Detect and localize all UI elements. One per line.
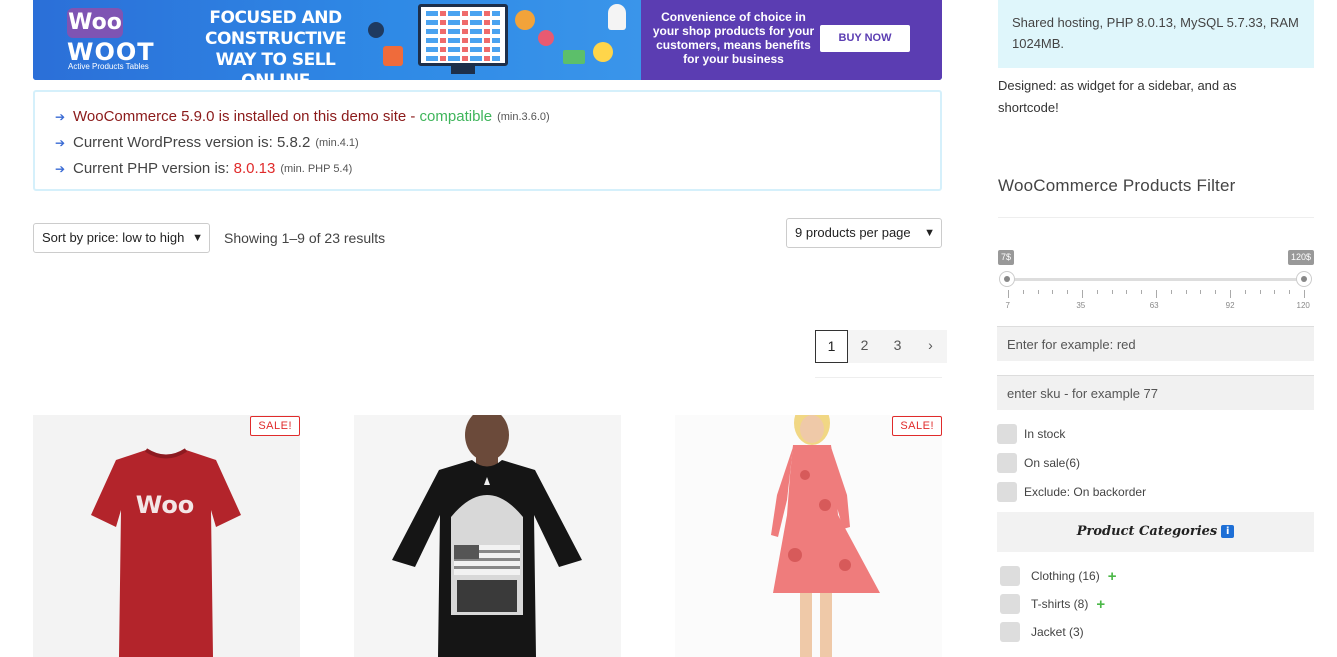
- checkbox[interactable]: [997, 482, 1017, 502]
- divider: [815, 377, 942, 378]
- price-min-tag: 7$: [998, 250, 1015, 265]
- woocommerce-version-line: ➔ WooCommerce 5.9.0 is installed on this…: [55, 104, 920, 130]
- monitor-stand: [451, 66, 475, 74]
- banner-left-panel: Woo WOOT Active Products Tables FOCUSED …: [33, 0, 641, 80]
- slider-tick-label: 92: [1225, 301, 1235, 310]
- decor-icon: [515, 10, 535, 30]
- per-page-select[interactable]: 9 products per page ▼: [786, 218, 942, 248]
- sku-filter-input[interactable]: enter sku - for example 77: [997, 375, 1314, 410]
- checkbox[interactable]: [997, 424, 1017, 444]
- chevron-down-icon: ▼: [192, 232, 203, 244]
- category-clothing[interactable]: Clothing (16) +: [1000, 566, 1116, 586]
- shirt-print: Woo: [136, 491, 195, 519]
- slider-tick: [1185, 290, 1187, 294]
- wordpress-version-line: ➔ Current WordPress version is: 5.8.2 (m…: [55, 130, 920, 156]
- designed-note: Designed: as widget for a sidebar, and a…: [998, 78, 1237, 115]
- monitor-illustration: [418, 4, 508, 66]
- arrow-right-icon: ➔: [55, 110, 66, 124]
- slider-tick: [1200, 290, 1202, 294]
- buy-now-button[interactable]: BUY NOW: [820, 25, 910, 52]
- slider-tick: [1274, 290, 1276, 294]
- floral-dress-image: [771, 415, 880, 657]
- slider-tick: [1215, 290, 1217, 294]
- arrow-right-icon: ➔: [55, 136, 66, 150]
- slider-tick: [1304, 290, 1305, 298]
- slider-tick-label: 7: [1005, 301, 1010, 310]
- checkbox[interactable]: [1000, 566, 1020, 586]
- info-icon[interactable]: i: [1221, 525, 1235, 538]
- slider-tick: [1096, 290, 1098, 294]
- slider-tick: [1126, 290, 1128, 294]
- slider-tick: [1082, 290, 1083, 298]
- banner-headline: FOCUSED AND CONSTRUCTIVE WAY TO SELL ONL…: [204, 8, 347, 80]
- black-tshirt-image: [392, 415, 582, 657]
- compatible-status: compatible: [419, 108, 493, 125]
- red-tshirt-image: Woo: [91, 448, 241, 657]
- slider-tick: [1289, 290, 1291, 294]
- slider-tick-label: 63: [1149, 301, 1159, 310]
- php-version-value: 8.0.13: [233, 160, 276, 177]
- on-sale-checkbox[interactable]: On sale(6): [997, 453, 1080, 473]
- checkbox[interactable]: [997, 453, 1017, 473]
- sale-badge: SALE!: [892, 416, 942, 436]
- price-slider-max-handle[interactable]: [1296, 271, 1312, 287]
- category-jacket[interactable]: Jacket (3): [1000, 622, 1084, 642]
- sort-select[interactable]: Sort by price: low to high ▼: [33, 223, 210, 253]
- decor-icon: [593, 42, 613, 62]
- page-2-link[interactable]: 2: [848, 330, 881, 363]
- exclude-backorder-checkbox[interactable]: Exclude: On backorder: [997, 482, 1146, 502]
- divider: [998, 217, 1314, 218]
- slider-tick-label: 120: [1296, 301, 1310, 310]
- price-max-tag: 120$: [1288, 250, 1315, 265]
- product-card-floral-dress[interactable]: SALE!: [675, 415, 942, 657]
- slider-tick: [1037, 290, 1039, 294]
- text-filter-input[interactable]: Enter for example: red: [997, 326, 1314, 361]
- category-tshirts[interactable]: T-shirts (8) +: [1000, 594, 1105, 614]
- product-card-black-tshirt[interactable]: [354, 415, 621, 657]
- price-slider-track[interactable]: [1007, 278, 1304, 281]
- slider-tick: [1111, 290, 1113, 294]
- pagination: 1 2 3 ›: [815, 330, 947, 363]
- expand-plus-icon[interactable]: +: [1096, 596, 1105, 613]
- slider-tick: [1259, 290, 1261, 294]
- sale-badge: SALE!: [250, 416, 300, 436]
- page-1-link[interactable]: 1: [815, 330, 848, 363]
- slider-tick: [1244, 290, 1246, 294]
- slider-tick-label: 35: [1076, 301, 1086, 310]
- php-version-line: ➔ Current PHP version is: 8.0.13 (min. P…: [55, 156, 920, 182]
- in-stock-checkbox[interactable]: In stock: [997, 424, 1065, 444]
- rocket-icon: [608, 4, 626, 30]
- slider-tick: [1230, 290, 1231, 298]
- product-card-red-tshirt[interactable]: Woo SALE!: [33, 415, 300, 657]
- promo-banner[interactable]: Woo WOOT Active Products Tables FOCUSED …: [33, 0, 942, 80]
- slider-tick: [1067, 290, 1069, 294]
- slider-tick: [1008, 290, 1009, 298]
- banner-tagline: Convenience of choice in your shop produ…: [652, 10, 815, 66]
- hosting-info: Shared hosting, PHP 8.0.13, MySQL 5.7.33…: [998, 0, 1314, 68]
- compatibility-info-box: ➔ WooCommerce 5.9.0 is installed on this…: [33, 90, 942, 191]
- product-categories-header: Product Categories i: [997, 512, 1314, 552]
- arrow-right-icon: ➔: [55, 162, 66, 176]
- next-page-link[interactable]: ›: [914, 330, 947, 363]
- slider-tick: [1022, 290, 1024, 294]
- results-count: Showing 1–9 of 23 results: [224, 230, 386, 246]
- slider-tick: [1141, 290, 1143, 294]
- slider-tick: [1156, 290, 1157, 298]
- chevron-down-icon: ▼: [924, 227, 935, 239]
- woo-logo: Woo: [67, 8, 123, 38]
- checkbox[interactable]: [1000, 622, 1020, 642]
- decor-icon: [383, 46, 403, 66]
- price-slider-min-handle[interactable]: [999, 271, 1015, 287]
- decor-icon: [538, 30, 554, 46]
- filter-widget-title: WooCommerce Products Filter: [998, 176, 1236, 195]
- page-3-link[interactable]: 3: [881, 330, 914, 363]
- slider-tick: [1170, 290, 1172, 294]
- checkbox[interactable]: [1000, 594, 1020, 614]
- expand-plus-icon[interactable]: +: [1108, 568, 1117, 585]
- slider-tick: [1052, 290, 1054, 294]
- decor-icon: [368, 22, 384, 38]
- logo-subtitle: Active Products Tables: [68, 62, 149, 71]
- decor-icon: [563, 50, 585, 64]
